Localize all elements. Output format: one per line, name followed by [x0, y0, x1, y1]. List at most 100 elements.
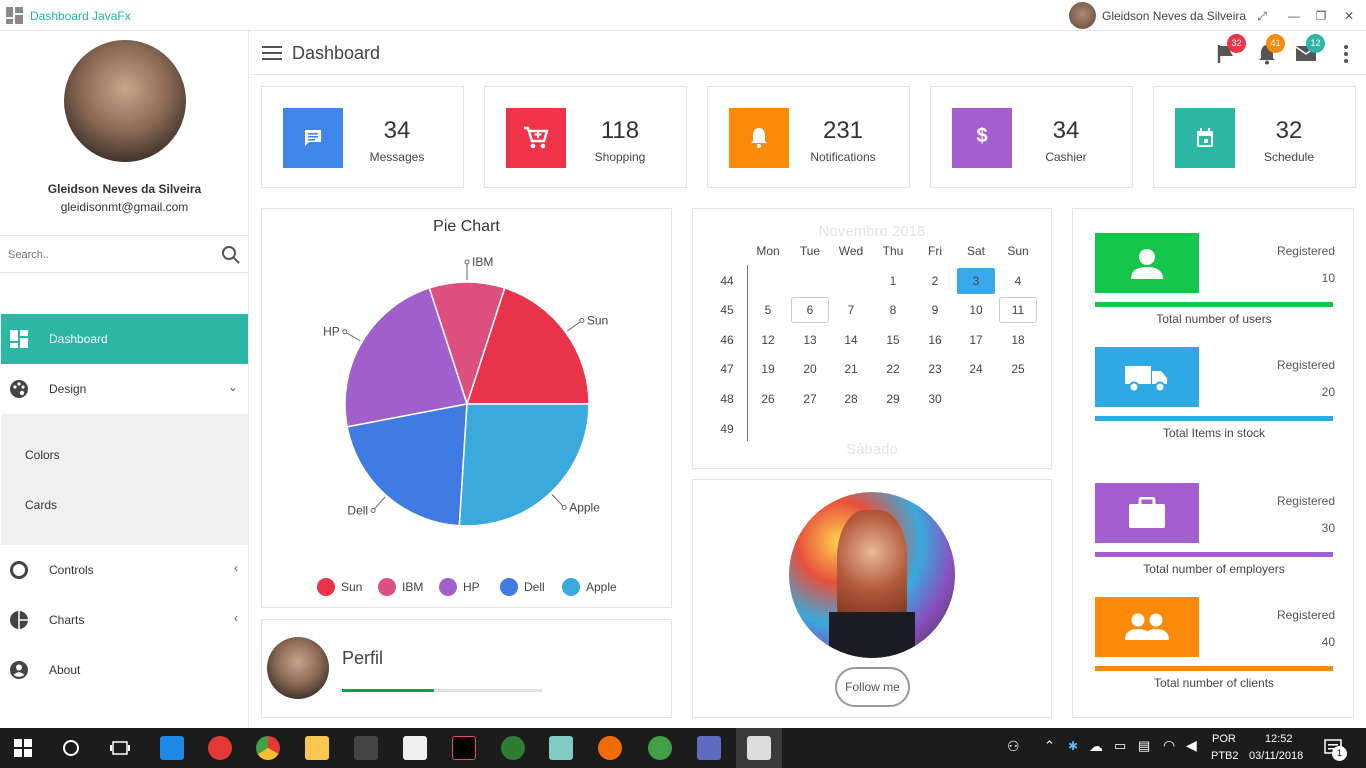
scene-builder-icon[interactable] — [549, 736, 573, 760]
hamburger-icon[interactable] — [262, 46, 282, 60]
calendar-day[interactable]: 16 — [916, 327, 954, 353]
stat-card-shopping[interactable]: 118 Shopping — [484, 86, 687, 188]
stat-card-schedule[interactable]: 32 Schedule — [1153, 86, 1356, 188]
calendar-day[interactable]: 23 — [916, 356, 954, 382]
sidebar-item-dashboard[interactable]: Dashboard — [1, 314, 248, 364]
sidebar-item-controls[interactable]: Controls ‹ — [1, 545, 248, 595]
calendar-day[interactable]: 20 — [791, 356, 829, 382]
people-tray-icon[interactable]: ⚇ — [1007, 738, 1020, 755]
sidebar-item-design[interactable]: Design ⌄ — [1, 364, 248, 414]
registered-value: 20 — [1321, 385, 1335, 399]
stat-card-notifications[interactable]: 231 Notifications — [707, 86, 910, 188]
close-button[interactable]: ✕ — [1339, 6, 1359, 26]
perfil-avatar[interactable] — [267, 637, 329, 699]
search-box — [0, 235, 249, 273]
app-title: Dashboard JavaFx — [30, 9, 131, 23]
atom-icon[interactable] — [501, 736, 525, 760]
cortana-icon[interactable] — [62, 739, 80, 757]
opera-icon[interactable] — [208, 736, 232, 760]
calendar-day[interactable]: 27 — [791, 386, 829, 412]
profile-photo[interactable] — [789, 492, 955, 658]
java-app-active[interactable] — [736, 728, 782, 768]
keyboard-layout[interactable]: PTB2 — [1211, 750, 1239, 762]
discord-icon[interactable] — [697, 736, 721, 760]
fullscreen-icon[interactable]: ⤢ — [1252, 6, 1272, 26]
intellij-icon[interactable] — [452, 736, 476, 760]
chrome-icon[interactable] — [256, 736, 280, 760]
wifi-icon[interactable]: ◠ — [1163, 737, 1175, 754]
calendar-day[interactable]: 28 — [832, 386, 870, 412]
calendar-day[interactable]: 1 — [874, 268, 912, 294]
calendar-day[interactable]: 22 — [874, 356, 912, 382]
calendar-day[interactable]: 2 — [916, 268, 954, 294]
calendar-day[interactable]: 30 — [916, 386, 954, 412]
clock-time[interactable]: 12:52 — [1265, 733, 1293, 745]
calendar-day[interactable]: 3 — [957, 268, 995, 294]
calendar-day[interactable]: 24 — [957, 356, 995, 382]
legend-label: Dell — [524, 580, 545, 594]
calendar-day[interactable]: 29 — [874, 386, 912, 412]
profile-avatar[interactable] — [64, 40, 186, 162]
sidebar-item-about[interactable]: About — [1, 645, 248, 695]
clients-box — [1095, 597, 1199, 657]
calendar-day[interactable]: 8 — [874, 297, 912, 323]
bluetooth-icon[interactable]: ✱ — [1068, 739, 1078, 753]
dashboard-icon — [10, 330, 28, 348]
battery-icon[interactable]: ▭ — [1114, 738, 1126, 754]
calendar-day[interactable]: 11 — [999, 297, 1037, 323]
calendar-day[interactable]: 9 — [916, 297, 954, 323]
calendar-day[interactable]: 25 — [999, 356, 1037, 382]
mail-app-icon[interactable] — [403, 736, 427, 760]
windows-start-icon[interactable] — [14, 739, 32, 757]
weekday-header: Thu — [882, 244, 904, 258]
stat-card-cashier[interactable]: $ 34 Cashier — [930, 86, 1133, 188]
volume-icon[interactable]: ◀ — [1186, 737, 1197, 754]
submenu-item-colors[interactable]: Colors — [25, 448, 60, 462]
calendar-day[interactable]: 21 — [832, 356, 870, 382]
calendar-day[interactable]: 15 — [874, 327, 912, 353]
file-explorer-icon[interactable] — [305, 736, 329, 760]
clock-date[interactable]: 03/11/2018 — [1249, 750, 1303, 762]
calendar-day[interactable]: 14 — [832, 327, 870, 353]
calendar-day[interactable]: 12 — [749, 327, 787, 353]
calendar-day[interactable]: 17 — [957, 327, 995, 353]
stat-value: 34 — [1052, 117, 1080, 144]
submenu-item-cards[interactable]: Cards — [25, 498, 57, 512]
edge-icon[interactable] — [160, 736, 184, 760]
calendar-day[interactable]: 19 — [749, 356, 787, 382]
more-vert-icon[interactable] — [1342, 44, 1350, 64]
stat-card-messages[interactable]: 34 Messages — [261, 86, 464, 188]
calendar-day[interactable]: 18 — [999, 327, 1037, 353]
chevron-up-icon[interactable]: ⌃ — [1044, 738, 1055, 754]
follow-button[interactable]: Follow me — [835, 667, 910, 707]
keyboard-icon[interactable]: ▤ — [1138, 738, 1150, 754]
calendar-day[interactable]: 5 — [749, 297, 787, 323]
calendar-day[interactable]: 26 — [749, 386, 787, 412]
stat-icon-box: $ — [952, 108, 1012, 168]
user-avatar-small[interactable] — [1069, 2, 1096, 29]
store-icon[interactable] — [354, 736, 378, 760]
chevron-left-icon: ‹ — [234, 561, 238, 575]
calendar-day[interactable]: 13 — [791, 327, 829, 353]
sidebar-item-charts[interactable]: Charts ‹ — [1, 595, 248, 645]
minimize-button[interactable]: — — [1284, 6, 1304, 26]
perfil-progress-track — [342, 689, 542, 692]
registered-label: Registered — [1276, 608, 1335, 622]
stock-bar — [1095, 416, 1333, 421]
account-icon — [10, 661, 28, 679]
task-view-icon[interactable] — [110, 739, 130, 757]
search-input[interactable] — [8, 245, 208, 265]
calendar-day[interactable]: 7 — [832, 297, 870, 323]
restore-button[interactable]: ❐ — [1311, 6, 1331, 26]
language-code[interactable]: POR — [1212, 733, 1236, 745]
whatsapp-icon[interactable] — [648, 736, 672, 760]
pinta-icon[interactable] — [598, 736, 622, 760]
users-bar — [1095, 302, 1333, 307]
search-icon[interactable] — [221, 245, 241, 265]
calendar-day[interactable]: 4 — [999, 268, 1037, 294]
calendar-footer: Sábado — [846, 441, 898, 458]
calendar-day[interactable]: 10 — [957, 297, 995, 323]
onedrive-icon[interactable]: ☁ — [1089, 738, 1103, 755]
calendar-day[interactable]: 6 — [791, 297, 829, 323]
registered-value: 30 — [1321, 521, 1335, 535]
